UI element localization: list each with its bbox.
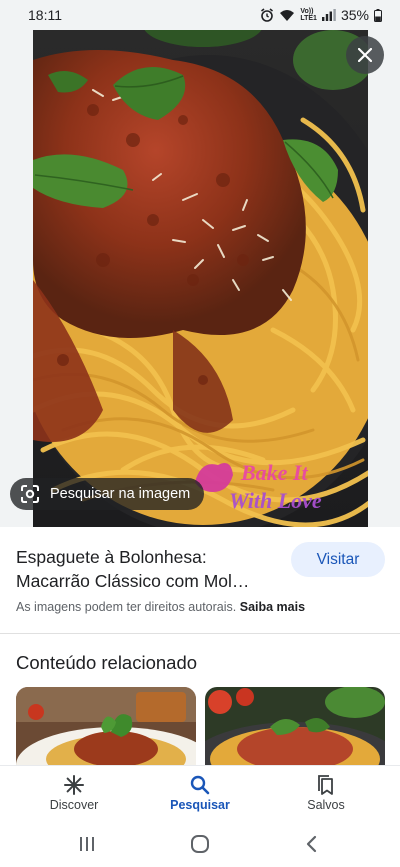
close-icon bbox=[358, 48, 372, 62]
home-button[interactable] bbox=[188, 832, 212, 856]
related-thumbnail[interactable] bbox=[16, 687, 196, 766]
battery-icon bbox=[374, 8, 382, 22]
watermark-line2: With Love bbox=[229, 488, 322, 513]
wifi-icon bbox=[280, 9, 295, 21]
result-title-line1: Espaguete à Bolonhesa: bbox=[16, 547, 207, 567]
visit-button[interactable]: Visitar bbox=[291, 542, 385, 577]
lte-label: LTE1 bbox=[300, 15, 317, 22]
nav-saved[interactable]: Salvos bbox=[266, 766, 386, 820]
spaghetti-bolognese-photo[interactable]: Bake It With Love bbox=[33, 30, 368, 527]
copyright-text: As imagens podem ter direitos autorais. bbox=[16, 600, 237, 614]
result-info: Espaguete à Bolonhesa: Macarrão Clássico… bbox=[0, 527, 400, 633]
nav-search[interactable]: Pesquisar bbox=[140, 766, 260, 820]
search-icon bbox=[190, 775, 210, 794]
alarm-icon bbox=[261, 8, 274, 22]
home-icon bbox=[191, 835, 209, 853]
bottom-navigation: Discover Pesquisar Salvos bbox=[0, 766, 400, 820]
image-viewer: Bake It With Love Pesquisar na imagem bbox=[0, 30, 400, 527]
copyright-notice: As imagens podem ter direitos autorais. … bbox=[16, 600, 305, 614]
close-button[interactable] bbox=[346, 36, 384, 74]
result-title[interactable]: Espaguete à Bolonhesa: Macarrão Clássico… bbox=[16, 545, 278, 593]
related-content-section: Conteúdo relacionado bbox=[0, 634, 400, 766]
recent-apps-icon bbox=[80, 837, 94, 851]
battery-percent: 35% bbox=[340, 7, 369, 23]
search-in-image-button[interactable]: Pesquisar na imagem bbox=[10, 478, 205, 510]
bookmarks-icon bbox=[318, 774, 333, 795]
related-content-heading: Conteúdo relacionado bbox=[16, 652, 198, 673]
status-time: 18:11 bbox=[28, 7, 62, 23]
search-in-image-label: Pesquisar na imagem bbox=[50, 486, 191, 502]
asterisk-icon bbox=[64, 774, 84, 795]
nav-discover[interactable]: Discover bbox=[14, 766, 134, 820]
watermark-line1: Bake It bbox=[240, 460, 309, 485]
status-icons: Vo)) LTE1 35% bbox=[260, 7, 382, 23]
nav-discover-label: Discover bbox=[49, 797, 99, 812]
recent-apps-button[interactable] bbox=[75, 832, 99, 856]
result-title-line2: Macarrão Clássico com Mol… bbox=[16, 571, 250, 591]
nav-search-label: Pesquisar bbox=[170, 797, 230, 812]
network-type: Vo)) LTE1 bbox=[300, 8, 317, 22]
back-icon bbox=[306, 835, 317, 853]
volte-label: Vo)) bbox=[300, 8, 314, 15]
system-navigation-bar bbox=[0, 820, 400, 867]
lens-icon bbox=[21, 485, 39, 503]
status-bar: 18:11 Vo)) LTE1 35% bbox=[0, 0, 400, 30]
learn-more-link[interactable]: Saiba mais bbox=[240, 600, 305, 614]
related-thumbnail[interactable] bbox=[205, 687, 385, 766]
signal-icon bbox=[321, 9, 336, 21]
nav-saved-label: Salvos bbox=[307, 797, 345, 812]
back-button[interactable] bbox=[300, 832, 324, 856]
